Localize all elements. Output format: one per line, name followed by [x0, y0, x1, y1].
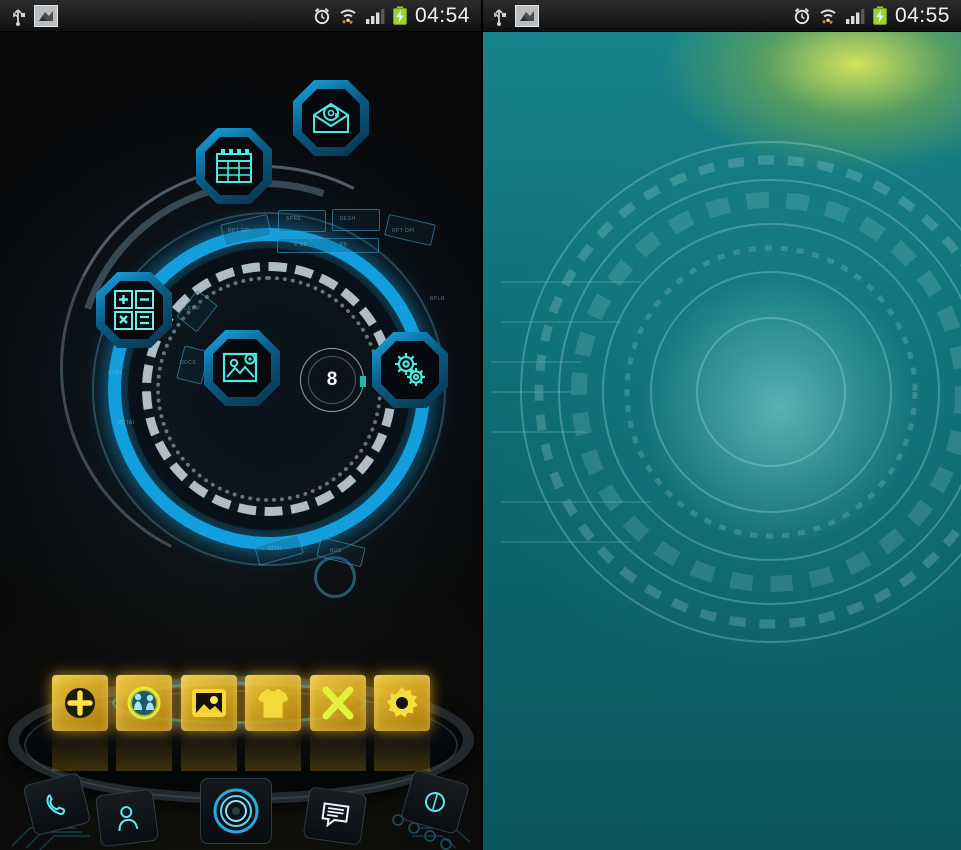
dock-item-settings[interactable] [373, 675, 430, 731]
hud-segment [277, 238, 379, 253]
hud-segment-label: DESH [340, 216, 356, 222]
dock-item-phone[interactable] [22, 771, 92, 837]
status-left-icons [481, 4, 539, 27]
hud-segment-label: SPRE [286, 216, 302, 222]
hud-segment-label: RPT OPI [228, 228, 251, 234]
dock-item-wallpaper[interactable] [180, 675, 237, 731]
right-phone-screenshot: ChatON Paper Artist Inter [481, 0, 961, 850]
wifi-icon [340, 9, 356, 24]
status-clock: 04:54 [414, 3, 470, 27]
hud-segment-label: RPLR [430, 296, 445, 302]
screenshot-icon [515, 4, 539, 27]
phone-icon [46, 794, 66, 816]
cross-tools-icon [322, 686, 354, 720]
status-right-icons: 04:54 [313, 4, 481, 28]
dock-item-tools[interactable] [309, 675, 366, 731]
usb-icon [13, 8, 25, 26]
signal-icon [845, 8, 865, 24]
screenshot-glyph [520, 10, 534, 21]
email-at-icon [313, 102, 349, 133]
tshirt-icon [256, 687, 290, 719]
hud-segment-label: RPT OPI [392, 228, 415, 234]
hud-segment-label: CEMP [184, 306, 201, 312]
message-lines-icon [321, 802, 350, 828]
screenshot-pair: SPRE DESH RPT OPI RPT OPI E SS P9 CEMP D… [0, 0, 961, 850]
dock-item-theme[interactable] [245, 675, 302, 731]
hud-center-digit: 8 [326, 369, 338, 390]
hud-gauge-marker [360, 376, 366, 387]
right-status-bar: 04:55 [481, 0, 961, 32]
widget-gallery[interactable] [204, 330, 280, 406]
alarm-icon [314, 7, 330, 24]
hud-segment-label: CTRL [108, 370, 123, 376]
battery-charging-icon [872, 6, 887, 25]
hud-segment-label: DOCS [180, 360, 197, 366]
status-right-icons: 04:55 [793, 4, 961, 28]
left-phone-screenshot: SPRE DESH RPT OPI RPT OPI E SS P9 CEMP D… [0, 0, 481, 850]
people-info-icon [127, 686, 161, 720]
photo-gear-icon [222, 352, 258, 383]
status-clock: 04:55 [894, 3, 950, 27]
calculator-icon [114, 290, 154, 330]
hud-segment-label: IDTH [268, 546, 282, 552]
hud-segment-label: E SS [294, 242, 307, 248]
wifi-icon [820, 9, 836, 24]
hud-center-gauge: 8 [300, 348, 366, 412]
widget-calculator[interactable] [96, 272, 172, 348]
widget-email[interactable] [293, 80, 369, 156]
hud-segment-label: RUS [330, 548, 342, 554]
dock-item-app-drawer[interactable] [200, 778, 272, 844]
gears-icon [395, 353, 425, 386]
calendar-icon [216, 149, 252, 183]
plus-circle-icon [65, 688, 95, 718]
panel-divider [481, 0, 483, 850]
dock-item-add[interactable] [52, 675, 108, 731]
usb-icon [494, 8, 506, 26]
hud-background-rings [491, 141, 961, 643]
widget-calendar[interactable] [196, 128, 272, 204]
widget-settings[interactable] [372, 332, 448, 408]
picture-icon [191, 689, 226, 717]
hud-segment-label: DETAI [118, 420, 135, 426]
screenshot-icon [34, 4, 58, 27]
screenshot-glyph [39, 10, 53, 21]
alarm-icon [794, 7, 810, 24]
person-icon [118, 806, 139, 832]
gear-icon [386, 687, 418, 718]
dock-item-messages[interactable] [302, 786, 368, 846]
dock-gold-row [52, 662, 430, 744]
hud-segment-label: P9 [340, 242, 347, 248]
dock-item-contacts[interactable] [95, 788, 159, 848]
signal-icon [365, 8, 385, 24]
circle-lens-icon [213, 788, 259, 834]
dock-item-browser[interactable] [399, 769, 471, 835]
status-left-icons [0, 4, 58, 27]
battery-charging-icon [392, 6, 407, 25]
dock-item-preferences[interactable] [116, 675, 173, 731]
compass-icon [425, 792, 445, 812]
left-status-bar: 04:54 [0, 0, 481, 32]
